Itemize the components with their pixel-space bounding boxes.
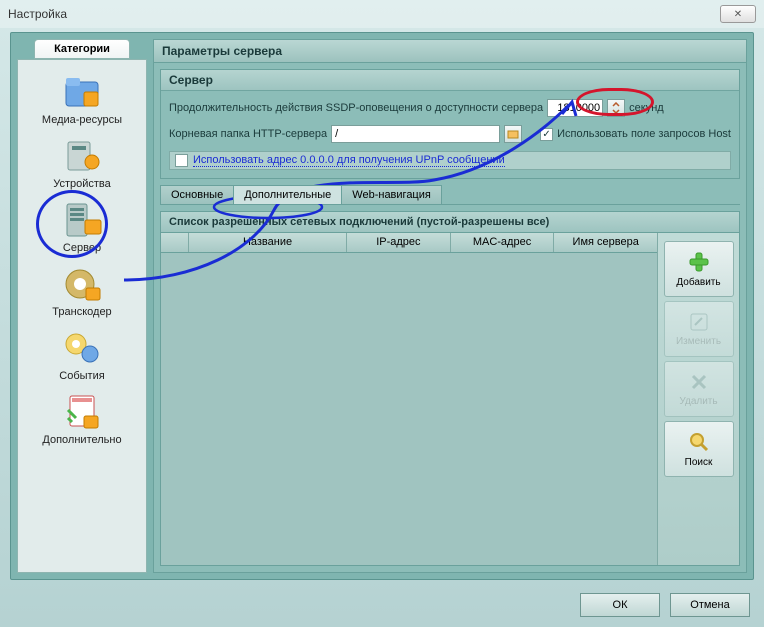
delete-button[interactable]: Удалить <box>664 361 734 417</box>
tab-basic[interactable]: Основные <box>160 185 234 204</box>
sidebar-item-label: Сервер <box>63 242 101 254</box>
sidebar-item-server[interactable]: Сервер <box>20 196 144 256</box>
sidebar: Категории Медиа-ресурсы Устройства <box>17 39 147 573</box>
outer-panel: Категории Медиа-ресурсы Устройства <box>10 32 754 580</box>
connections-table: Название IP-адрес MAC-адрес Имя сервера … <box>160 233 740 566</box>
server-icon <box>61 200 103 240</box>
root-label: Корневая папка HTTP-сервера <box>169 128 327 140</box>
close-icon: ✕ <box>734 9 742 20</box>
dialog-buttons: ОК Отмена <box>580 593 750 617</box>
ssdp-row: Продолжительность действия SSDP-оповещен… <box>169 99 731 117</box>
ssdp-label: Продолжительность действия SSDP-оповещен… <box>169 102 543 114</box>
col-server[interactable]: Имя сервера <box>554 233 657 252</box>
edit-label: Изменить <box>676 336 721 347</box>
upnp-row: Использовать адрес 0.0.0.0 для получения… <box>169 151 731 170</box>
add-button[interactable]: Добавить <box>664 241 734 297</box>
tab-web-navigation[interactable]: Web-навигация <box>341 185 442 204</box>
root-folder-input[interactable] <box>331 125 500 143</box>
sidebar-item-devices[interactable]: Устройства <box>20 132 144 192</box>
sidebar-item-events[interactable]: События <box>20 324 144 384</box>
column-headers: Название IP-адрес MAC-адрес Имя сервера <box>161 233 657 253</box>
sidebar-item-advanced[interactable]: Дополнительно <box>20 388 144 448</box>
search-label: Поиск <box>685 457 713 468</box>
tab-advanced[interactable]: Дополнительные <box>233 185 342 204</box>
ok-button[interactable]: ОК <box>580 593 660 617</box>
table-rows-empty <box>161 253 657 565</box>
titlebar: Настройка ✕ <box>0 0 764 28</box>
sidebar-item-media[interactable]: Медиа-ресурсы <box>20 68 144 128</box>
sidebar-item-transcoder[interactable]: Транскодер <box>20 260 144 320</box>
sidebar-item-label: Медиа-ресурсы <box>42 114 122 126</box>
edit-button[interactable]: Изменить <box>664 301 734 357</box>
delete-icon <box>688 371 710 393</box>
col-name[interactable]: Название <box>189 233 347 252</box>
host-checkbox-label: Использовать поле запросов Host <box>557 128 731 140</box>
ssdp-value-input[interactable] <box>547 99 603 117</box>
plus-icon <box>687 250 711 274</box>
ssdp-spinner[interactable] <box>607 99 625 117</box>
ssdp-unit: секунд <box>629 102 664 114</box>
upnp-checkbox[interactable] <box>175 154 188 167</box>
main-panel: Параметры сервера Сервер Продолжительнос… <box>153 39 747 573</box>
upnp-checkbox-label: Использовать адрес 0.0.0.0 для получения… <box>193 154 505 167</box>
panel-title: Параметры сервера <box>154 40 746 63</box>
sidebar-body: Медиа-ресурсы Устройства Сервер <box>17 59 147 573</box>
connections-title: Список разрешенных сетевых подключений (… <box>160 211 740 233</box>
root-folder-row: Корневая папка HTTP-сервера ✓ Использова… <box>169 125 731 143</box>
advanced-icon <box>61 392 103 432</box>
search-icon <box>687 430 711 454</box>
close-button[interactable]: ✕ <box>720 5 756 23</box>
edit-icon <box>688 311 710 333</box>
cancel-button[interactable]: Отмена <box>670 593 750 617</box>
devices-icon <box>61 136 103 176</box>
sidebar-item-label: События <box>59 370 104 382</box>
delete-label: Удалить <box>679 396 717 407</box>
events-icon <box>61 328 103 368</box>
transcoder-icon <box>61 264 103 304</box>
sidebar-item-label: Транскодер <box>52 306 111 318</box>
side-actions: Добавить Изменить Удалить Поиск <box>657 233 739 565</box>
col-ip[interactable]: IP-адрес <box>347 233 451 252</box>
server-group: Сервер Продолжительность действия SSDP-о… <box>160 69 740 179</box>
search-button[interactable]: Поиск <box>664 421 734 477</box>
server-group-title: Сервер <box>161 70 739 91</box>
sidebar-tab[interactable]: Категории <box>34 39 130 59</box>
window-title: Настройка <box>8 7 67 21</box>
browse-button[interactable] <box>504 125 522 143</box>
sidebar-item-label: Дополнительно <box>42 434 121 446</box>
table-main: Название IP-адрес MAC-адрес Имя сервера <box>161 233 657 565</box>
host-checkbox[interactable]: ✓ <box>540 128 553 141</box>
col-mac[interactable]: MAC-адрес <box>451 233 555 252</box>
add-label: Добавить <box>676 277 720 288</box>
sidebar-item-label: Устройства <box>53 178 111 190</box>
col-checkbox[interactable] <box>161 233 189 252</box>
folder-media-icon <box>61 72 103 112</box>
tab-strip: Основные Дополнительные Web-навигация <box>160 185 740 205</box>
